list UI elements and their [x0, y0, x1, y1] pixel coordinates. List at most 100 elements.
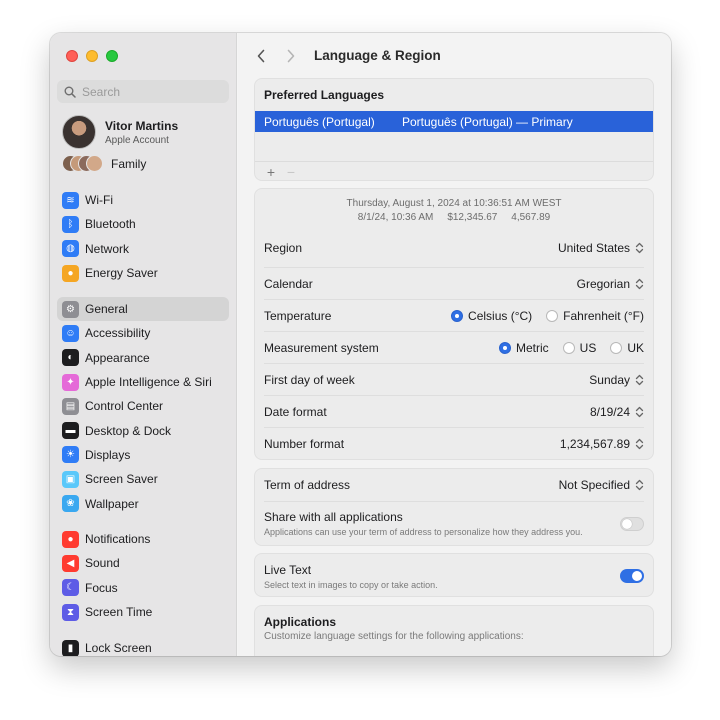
date-format-popup[interactable]: 8/19/24 — [590, 405, 644, 419]
measurement-label: Measurement system — [264, 340, 379, 355]
calendar-popup[interactable]: Gregorian — [577, 277, 644, 291]
live-text-card: Live Text Select text in images to copy … — [254, 553, 654, 597]
energy-bulb-icon: ● — [62, 264, 79, 282]
add-language-button[interactable]: + — [261, 164, 281, 180]
region-label: Region — [264, 241, 303, 255]
back-button[interactable] — [251, 45, 271, 67]
number-format-value: 1,234,567.89 — [559, 436, 630, 451]
sidebar-item-wi-fi[interactable]: ≋ Wi-Fi — [57, 188, 229, 212]
apple-account[interactable]: Vitor Martins Apple Account — [62, 115, 178, 149]
close-window-button[interactable] — [66, 50, 78, 62]
sidebar-item-displays[interactable]: ☀ Displays — [57, 443, 229, 467]
siri-icon: ✦ — [62, 373, 79, 391]
family-avatars — [62, 155, 103, 173]
share-row: Share with all applications Applications… — [264, 501, 644, 545]
sidebar-item-appearance[interactable]: ◐ Appearance — [57, 346, 229, 370]
sidebar-item-general[interactable]: ⚙ General — [57, 297, 229, 322]
displays-sun-icon: ☀ — [62, 446, 79, 464]
sidebar-item-focus[interactable]: ☾ Focus — [57, 576, 229, 600]
sidebar-group-notifications: ● Notifications ◀ Sound ☾ Focus ⧗ Screen Time — [57, 527, 229, 624]
screen-time-hourglass-icon: ⧗ — [62, 603, 79, 621]
preferred-languages-title: Preferred Languages — [264, 88, 385, 102]
search-field[interactable] — [57, 80, 229, 103]
sidebar-item-accessibility[interactable]: ☺ Accessibility — [57, 321, 229, 345]
sidebar-item-family[interactable]: Family — [62, 155, 146, 173]
avatar — [62, 115, 96, 149]
popup-arrows-icon — [635, 406, 644, 417]
calendar-value: Gregorian — [576, 276, 630, 291]
uk-radio[interactable]: UK — [610, 341, 644, 355]
sidebar-item-label: Energy Saver — [85, 266, 158, 281]
sidebar-item-screen-saver[interactable]: ▣ Screen Saver — [57, 467, 229, 491]
main-pane: Language & Region Preferred Languages Po… — [238, 33, 671, 656]
zoom-window-button[interactable] — [106, 50, 118, 62]
first-day-row: First day of week Sunday — [264, 363, 644, 395]
sidebar-item-screen-time[interactable]: ⧗ Screen Time — [57, 600, 229, 624]
sound-speaker-icon: ◀ — [62, 554, 79, 572]
fahrenheit-radio[interactable]: Fahrenheit (°F) — [546, 309, 644, 323]
live-text-toggle[interactable] — [620, 569, 644, 583]
share-toggle[interactable] — [620, 516, 644, 531]
account-subtitle: Apple Account — [105, 134, 169, 146]
sidebar-item-label: Displays — [85, 447, 131, 462]
sidebar-item-bluetooth[interactable]: ᛒ Bluetooth — [57, 212, 229, 236]
popup-arrows-icon — [635, 438, 644, 449]
dock-icon: ▬ — [62, 422, 79, 440]
sidebar-item-label: Lock Screen — [85, 641, 152, 656]
language-row[interactable]: Português (Portugal) Português (Portugal… — [255, 111, 653, 132]
sidebar-item-label: Wi-Fi — [85, 193, 113, 208]
page-title: Language & Region — [314, 48, 441, 63]
term-of-address-popup[interactable]: Not Specified — [559, 478, 644, 492]
term-of-address-label: Term of address — [264, 478, 351, 492]
account-name: Vitor Martins — [105, 118, 179, 133]
sidebar-item-notifications[interactable]: ● Notifications — [57, 527, 229, 551]
term-of-address-value: Not Specified — [558, 478, 630, 492]
sidebar-item-label: Screen Time — [85, 605, 153, 620]
sidebar: Vitor Martins Apple Account Family ≋ Wi-F… — [50, 33, 237, 656]
sidebar-item-wallpaper[interactable]: ❀ Wallpaper — [57, 491, 229, 515]
temperature-radio-group: Celsius (°C) Fahrenheit (°F) — [441, 309, 644, 323]
sidebar-item-sound[interactable]: ◀ Sound — [57, 551, 229, 575]
number-format-label: Number format — [264, 436, 345, 451]
sidebar-item-apple-intelligence-siri[interactable]: ✦ Apple Intelligence & Siri — [57, 370, 229, 394]
share-subtitle: Applications can use your term of addres… — [264, 527, 583, 537]
sidebar-item-label: Appearance — [85, 350, 150, 365]
date-format-label: Date format — [264, 404, 327, 419]
us-radio[interactable]: US — [562, 341, 596, 355]
sidebar-item-label: Network — [85, 241, 130, 256]
wifi-icon: ≋ — [62, 191, 79, 209]
forward-button[interactable] — [281, 45, 301, 67]
sidebar-item-label: Notifications — [85, 532, 151, 547]
sidebar-item-lock-screen[interactable]: ▮ Lock Screen — [57, 636, 229, 656]
live-text-subtitle: Select text in images to copy or take ac… — [264, 579, 438, 590]
metric-radio[interactable]: Metric — [498, 341, 549, 355]
date-format-row: Date format 8/19/24 — [264, 395, 644, 427]
control-center-icon: ▤ — [62, 397, 79, 415]
accessibility-icon: ☺ — [62, 324, 79, 342]
sidebar-item-network[interactable]: ◍ Network — [57, 237, 229, 261]
preview-currency: $12,345.67 — [447, 212, 498, 223]
minimize-window-button[interactable] — [86, 50, 98, 62]
measurement-radio-group: Metric US UK — [489, 341, 644, 355]
celsius-radio[interactable]: Celsius (°C) — [451, 309, 532, 323]
number-format-popup[interactable]: 1,234,567.89 — [560, 437, 644, 451]
sidebar-item-energy-saver[interactable]: ● Energy Saver — [57, 261, 229, 285]
appearance-icon: ◐ — [62, 349, 79, 367]
sidebar-item-label: Wallpaper — [85, 496, 139, 511]
settings-window: Vitor Martins Apple Account Family ≋ Wi-F… — [50, 33, 671, 656]
sidebar-group-security: ▮ Lock Screen — [57, 636, 229, 656]
family-label: Family — [111, 157, 147, 171]
remove-language-button[interactable]: − — [281, 164, 301, 180]
sidebar-item-control-center[interactable]: ▤ Control Center — [57, 394, 229, 418]
region-value: United States — [557, 241, 630, 255]
sidebar-item-label: Control Center — [85, 399, 164, 414]
first-day-value: Sunday — [589, 372, 630, 387]
sidebar-item-desktop-dock[interactable]: ▬ Desktop & Dock — [57, 418, 229, 442]
live-text-label: Live Text — [264, 562, 312, 577]
sidebar-item-label: Bluetooth — [85, 217, 136, 232]
region-popup[interactable]: United States — [558, 241, 644, 255]
language-detail: Português (Portugal) — Primary — [402, 114, 573, 129]
search-input[interactable] — [82, 84, 222, 99]
sidebar-item-label: General — [85, 302, 128, 317]
first-day-popup[interactable]: Sunday — [589, 373, 644, 387]
